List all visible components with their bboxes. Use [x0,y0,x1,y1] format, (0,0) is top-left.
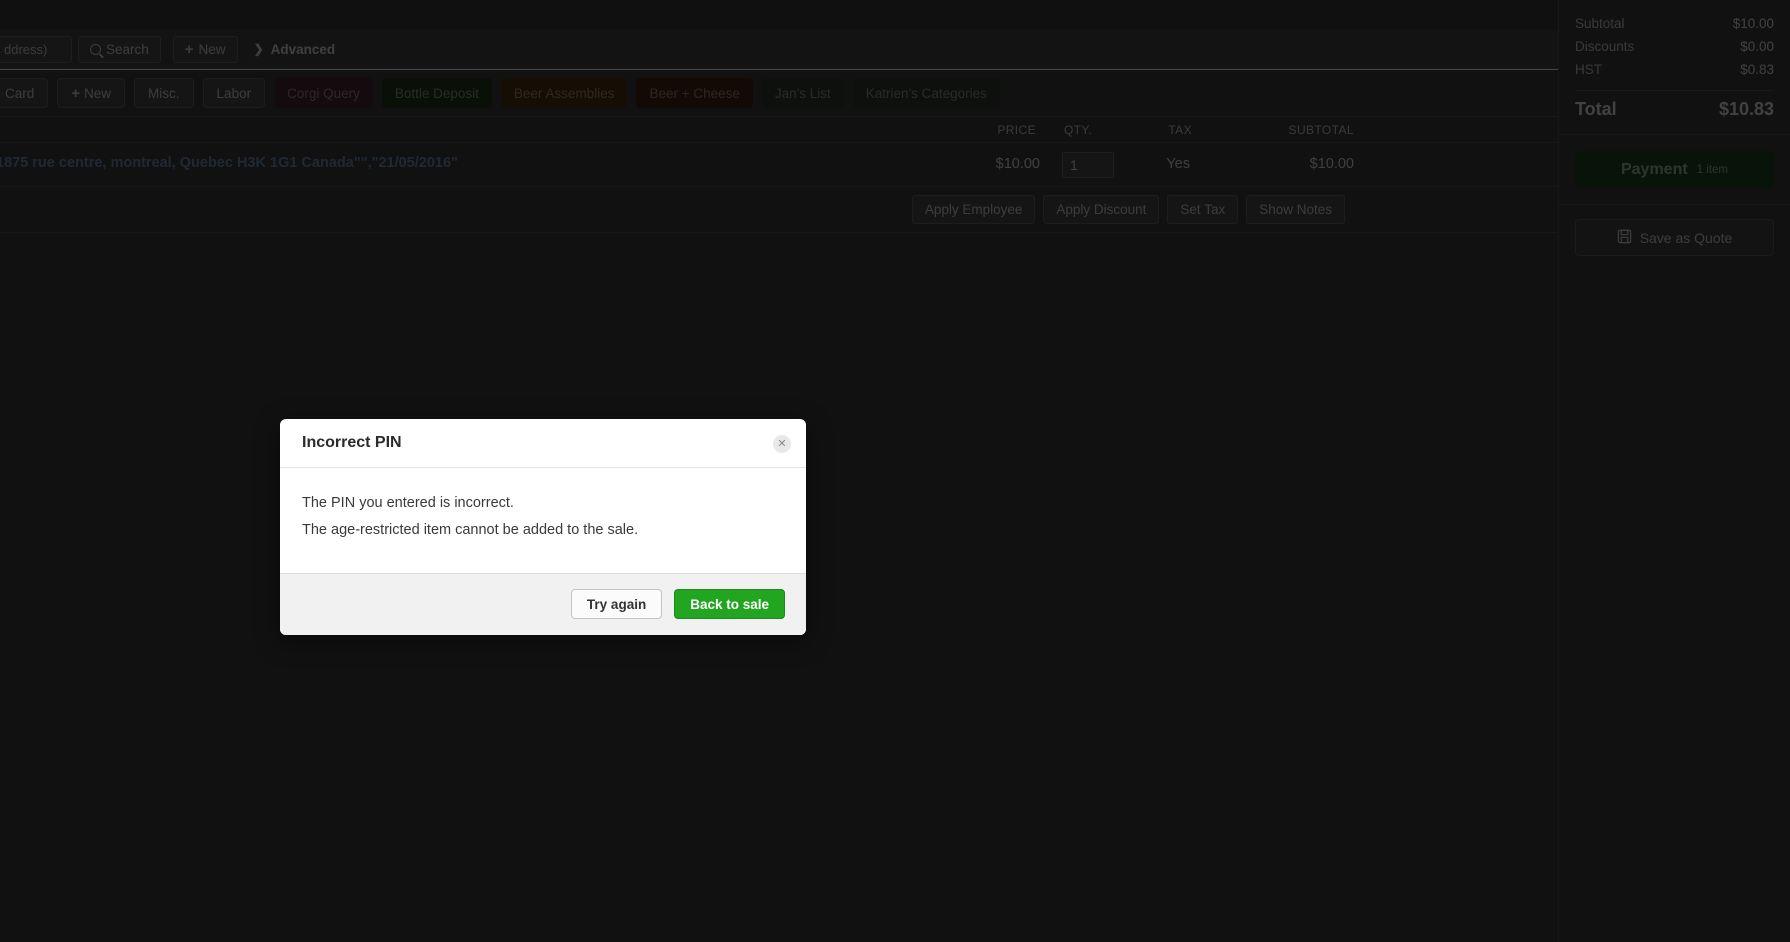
dialog-header: Incorrect PIN ✕ [280,419,806,468]
dialog-message-line-2: The age-restricted item cannot be added … [302,522,639,539]
pos-application: ddress) Search + New ❯ Advanced Card + N… [0,0,1790,942]
close-icon[interactable]: ✕ [773,435,791,453]
dialog-message-line-1: The PIN you entered is incorrect. [302,495,514,511]
dialog-title: Incorrect PIN [302,434,402,451]
back-to-sale-button[interactable]: Back to sale [674,589,785,620]
incorrect-pin-dialog: Incorrect PIN ✕ The PIN you entered is i… [280,419,806,635]
modal-backdrop[interactable] [0,0,1790,942]
dialog-footer: Try again Back to sale [280,572,806,635]
try-again-button[interactable]: Try again [570,589,663,620]
dialog-body: The PIN you entered is incorrect. The ag… [280,468,806,573]
